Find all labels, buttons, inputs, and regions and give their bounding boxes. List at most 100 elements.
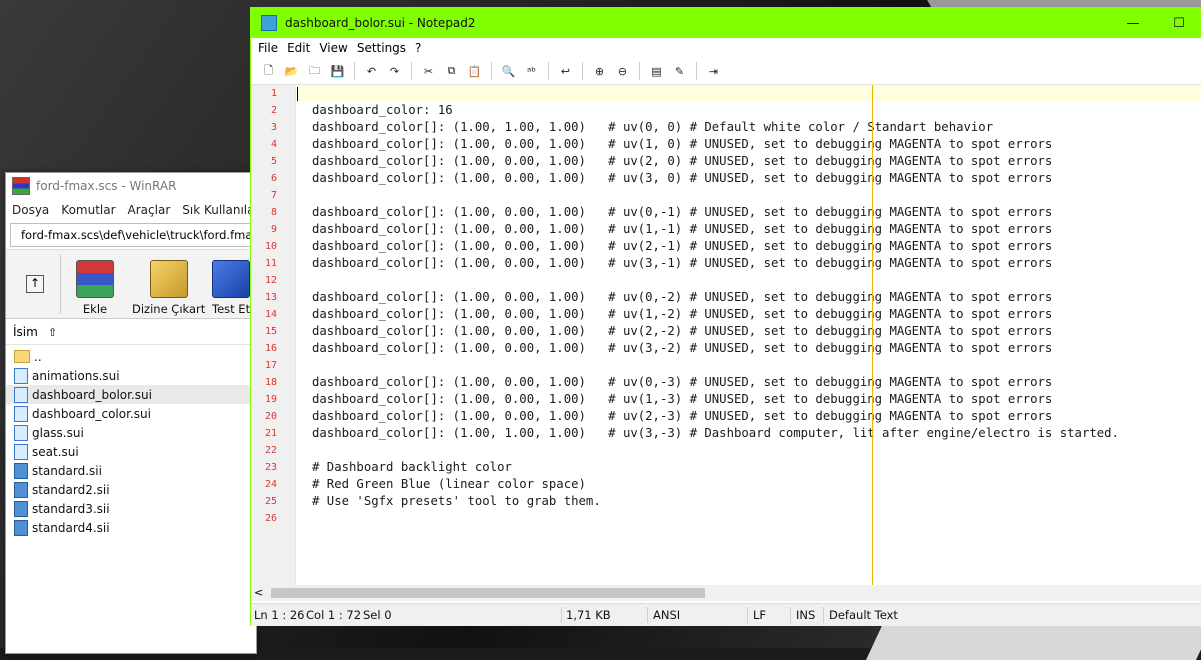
status-selection: Sel 0 (363, 608, 392, 622)
line-number: 18 (264, 377, 277, 388)
scroll-left-icon[interactable]: < (254, 585, 263, 601)
line-number: 20 (264, 411, 277, 422)
menu-view[interactable]: View (319, 41, 347, 55)
replace-icon[interactable]: ᵃᵇ (524, 63, 540, 79)
cut-icon[interactable]: ✂ (421, 63, 437, 79)
paste-icon[interactable]: 📋 (467, 63, 483, 79)
status-bar: Ln 1 : 26 Col 1 : 72 Sel 0 1,71 KB ANSI … (251, 603, 1201, 626)
exit-icon[interactable]: ⇥ (706, 63, 722, 79)
toolbar-separator (491, 62, 492, 80)
list-item[interactable]: glass.sui (6, 423, 256, 442)
toolbar-separator (582, 62, 583, 80)
copy-icon[interactable]: ⧉ (444, 63, 460, 79)
list-item[interactable]: animations.sui (6, 366, 256, 385)
status-divider (747, 607, 748, 623)
test-label: Test Et (212, 302, 251, 316)
browse-icon[interactable]: 🗀 (307, 63, 323, 79)
long-line-marker (872, 85, 873, 585)
list-item[interactable]: .. (6, 347, 256, 366)
minimize-button[interactable]: — (1110, 8, 1156, 38)
column-label: İsim (13, 325, 38, 339)
code-line: dashboard_color[]: (1.00, 0.00, 1.00) # … (312, 290, 1053, 304)
maximize-button[interactable]: ☐ (1156, 8, 1201, 38)
line-number: 17 (264, 360, 277, 371)
status-mode[interactable]: INS (796, 608, 815, 622)
test-button[interactable]: Test Et (212, 260, 250, 320)
notepad-title-bar[interactable]: dashboard_bolor.sui - Notepad2 — ☐ (251, 8, 1201, 38)
menu-dosya[interactable]: Dosya (12, 203, 49, 217)
file-icon (14, 424, 28, 441)
code-line: dashboard_color[]: (1.00, 0.00, 1.00) # … (312, 205, 1053, 219)
code-line: dashboard_color[]: (1.00, 0.00, 1.00) # … (312, 137, 1053, 151)
menu-komutlar[interactable]: Komutlar (61, 203, 115, 217)
folder-icon (14, 350, 30, 363)
file-icon (14, 481, 28, 498)
menu-file[interactable]: File (258, 41, 278, 55)
undo-icon[interactable]: ↶ (364, 63, 380, 79)
menu-edit[interactable]: Edit (287, 41, 310, 55)
notepad-toolbar: 🗋 📂 🗀 💾 ↶ ↷ ✂ ⧉ 📋 🔍 ᵃᵇ ↩ ⊕ ⊖ ▤ ✎ ⇥ (251, 58, 1201, 85)
code-line: dashboard_color[]: (1.00, 0.00, 1.00) # … (312, 392, 1053, 406)
status-scheme[interactable]: Default Text (829, 608, 898, 622)
sort-up-icon: ⇧ (47, 325, 58, 339)
file-list: .. animations.sui dashboard_bolor.sui da… (6, 347, 256, 537)
save-icon[interactable]: 💾 (330, 63, 346, 79)
code-line: dashboard_color[]: (1.00, 1.00, 1.00) # … (312, 426, 1119, 440)
toolbar-separator (639, 62, 640, 80)
menu-settings[interactable]: Settings (357, 41, 406, 55)
up-folder-button[interactable]: ↑ (10, 254, 61, 314)
extract-label: Dizine Çıkart (132, 302, 206, 316)
code-line: dashboard_color[]: (1.00, 0.00, 1.00) # … (312, 324, 1053, 338)
line-number: 23 (264, 462, 277, 473)
list-item[interactable]: standard.sii (6, 461, 256, 480)
list-item[interactable]: seat.sui (6, 442, 256, 461)
open-folder-icon[interactable]: 📂 (284, 63, 300, 79)
status-line: Ln 1 : 26 (254, 608, 305, 622)
customize-scheme-icon[interactable]: ✎ (672, 63, 688, 79)
code-text[interactable]: dashboard_color: 16 dashboard_color[]: (… (297, 85, 1201, 585)
list-item[interactable]: dashboard_color.sui (6, 404, 256, 423)
line-number: 1 (270, 88, 277, 99)
new-file-icon[interactable]: 🗋 (261, 63, 277, 79)
add-button[interactable]: Ekle (76, 260, 114, 320)
notepad-title: dashboard_bolor.sui - Notepad2 (285, 16, 476, 30)
file-icon (14, 405, 28, 422)
code-line: dashboard_color[]: (1.00, 0.00, 1.00) # … (312, 154, 1053, 168)
line-number: 3 (270, 122, 277, 133)
list-item[interactable]: standard2.sii (6, 480, 256, 499)
zoom-in-icon[interactable]: ⊕ (592, 63, 608, 79)
horizontal-scrollbar[interactable]: < (251, 585, 1201, 601)
scheme-icon[interactable]: ▤ (649, 63, 665, 79)
code-editor[interactable]: 1 2 3 4 5 6 7 8 9 10 11 12 13 14 15 16 17 18 19 20 21 22 23 24 2… (251, 85, 1201, 585)
code-line: dashboard_color[]: (1.00, 0.00, 1.00) # … (312, 409, 1053, 423)
list-item[interactable]: dashboard_bolor.sui (6, 385, 256, 404)
status-divider (790, 607, 791, 623)
winrar-toolbar: ↑ Ekle Dizine Çıkart Test Et (6, 249, 256, 319)
zoom-out-icon[interactable]: ⊖ (615, 63, 631, 79)
add-archive-icon (76, 260, 114, 298)
winrar-title-bar[interactable]: ford-fmax.scs - WinRAR (6, 173, 256, 199)
find-icon[interactable]: 🔍 (501, 63, 517, 79)
folder-up-icon: ↑ (26, 275, 44, 293)
name-column-header[interactable]: İsim ⇧ (6, 320, 256, 345)
toolbar-separator (354, 62, 355, 80)
code-line: dashboard_color[]: (1.00, 0.00, 1.00) # … (312, 239, 1053, 253)
list-item[interactable]: standard3.sii (6, 499, 256, 518)
word-wrap-icon[interactable]: ↩ (558, 63, 574, 79)
path-bar[interactable]: ford-fmax.scs\def\vehicle\truck\ford.fma… (10, 223, 252, 247)
extract-button[interactable]: Dizine Çıkart (132, 260, 205, 320)
scrollbar-thumb[interactable] (271, 588, 705, 598)
status-encoding[interactable]: ANSI (653, 608, 680, 622)
menu-help[interactable]: ? (415, 41, 421, 55)
line-number: 7 (270, 190, 277, 201)
status-size: 1,71 KB (566, 608, 611, 622)
list-item[interactable]: standard4.sii (6, 518, 256, 537)
redo-icon[interactable]: ↷ (387, 63, 403, 79)
status-eol[interactable]: LF (753, 608, 766, 622)
code-line: dashboard_color[]: (1.00, 0.00, 1.00) # … (312, 171, 1053, 185)
menu-araclar[interactable]: Araçlar (128, 203, 171, 217)
file-icon (14, 386, 28, 403)
line-number: 12 (264, 275, 277, 286)
